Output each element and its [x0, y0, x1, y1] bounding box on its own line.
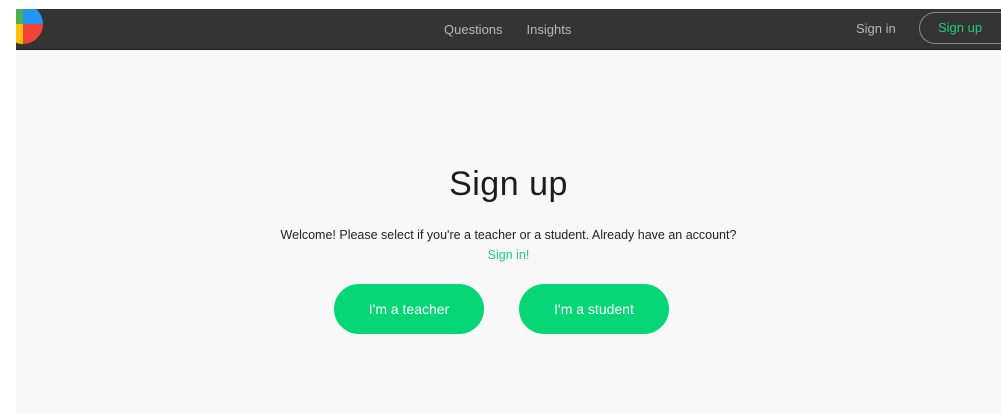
sign-in-link[interactable]: Sign in [856, 9, 896, 49]
teacher-button[interactable]: I'm a teacher [334, 284, 484, 334]
main-nav: Questions Insights [444, 9, 571, 49]
logo-icon[interactable] [16, 9, 46, 47]
nav-link-questions[interactable]: Questions [444, 22, 503, 37]
inline-sign-in-link[interactable]: Sign in! [488, 248, 530, 262]
nav-link-insights[interactable]: Insights [527, 22, 572, 37]
app-frame: Questions Insights Sign in Sign up Sign … [16, 9, 1001, 414]
student-button[interactable]: I'm a student [519, 284, 669, 334]
welcome-message: Welcome! Please select if you're a teach… [276, 225, 741, 265]
welcome-text: Welcome! Please select if you're a teach… [280, 228, 737, 242]
page-title: Sign up [449, 165, 568, 203]
top-navigation-bar: Questions Insights Sign in Sign up [16, 9, 1001, 50]
sign-up-button[interactable]: Sign up [919, 12, 1001, 44]
signup-content: Sign up Welcome! Please select if you're… [16, 50, 1001, 414]
